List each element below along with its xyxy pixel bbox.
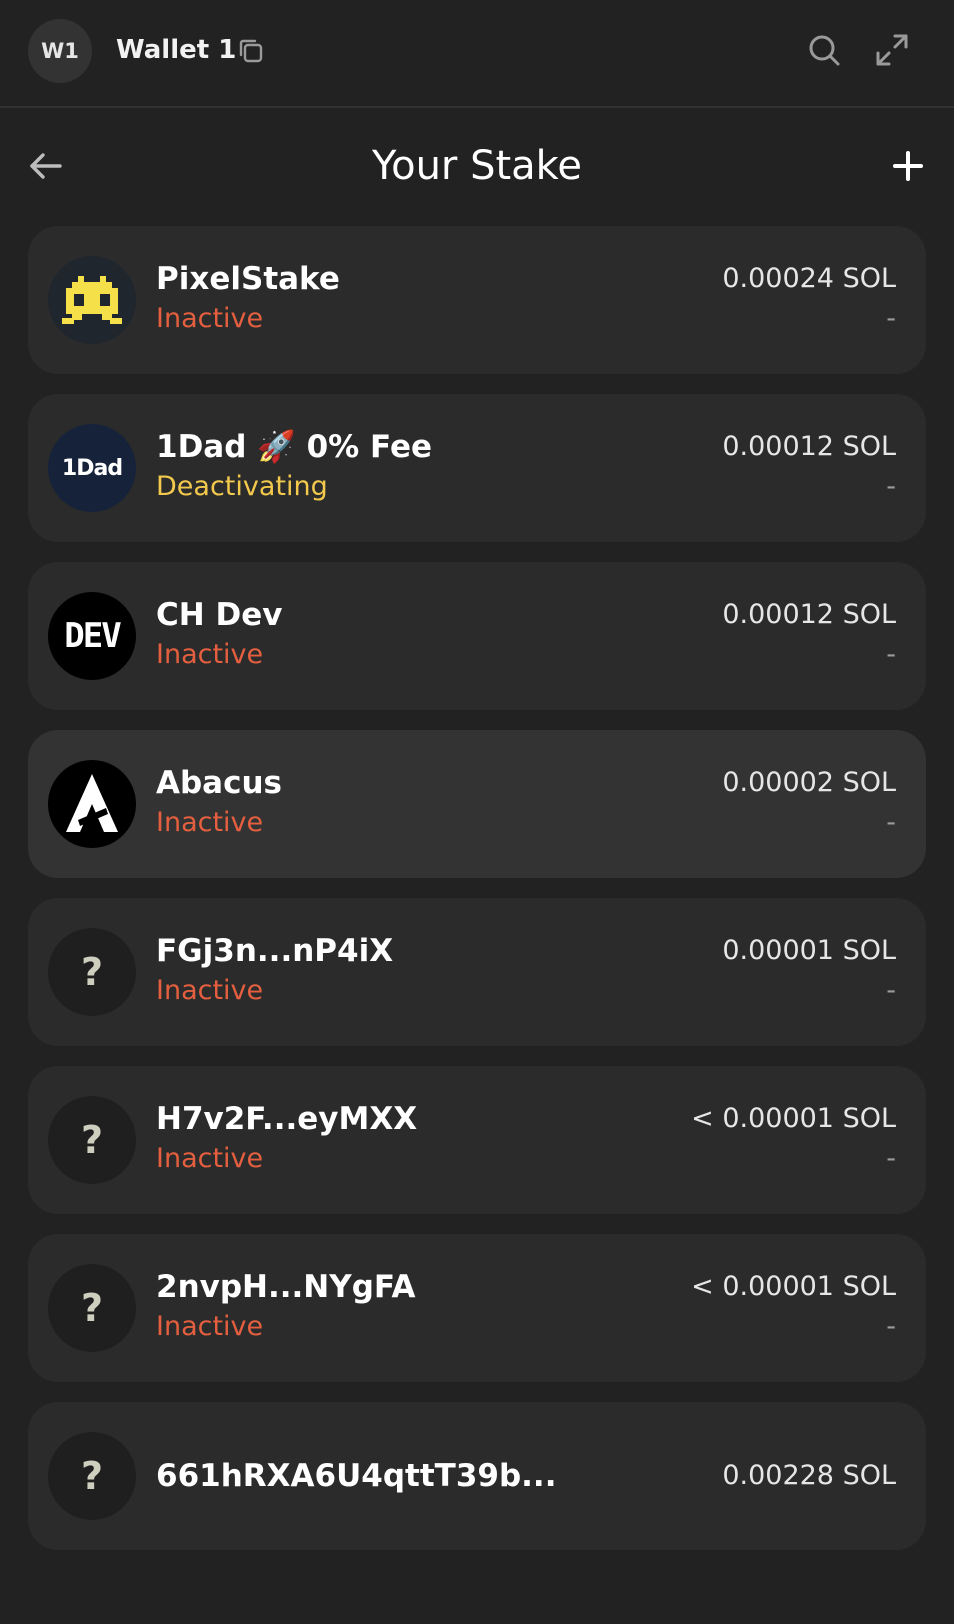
logo-text: 1Dad <box>61 455 123 481</box>
stake-sub-value: - <box>886 1143 896 1174</box>
copy-icon[interactable] <box>236 36 266 66</box>
stake-amount: 0.00002 SOL <box>722 767 896 798</box>
stake-item[interactable]: DEV CH Dev Inactive 0.00012 SOL - <box>28 562 926 710</box>
stake-status: Inactive <box>156 975 264 1006</box>
stake-status: Inactive <box>156 807 264 838</box>
1dad-logo: 1Dad <box>48 424 136 512</box>
stake-status: Inactive <box>156 639 264 670</box>
stake-amount: < 0.00001 SOL <box>691 1103 896 1134</box>
dev-logo: DEV <box>48 592 136 680</box>
logo-text: ? <box>80 1118 104 1162</box>
validator-name: FGj3n...nP4iX <box>156 933 394 969</box>
stake-amount: 0.00012 SOL <box>722 431 896 462</box>
logo-text: DEV <box>64 616 121 656</box>
wallet-header: W1 Wallet 1 <box>0 0 954 108</box>
stake-status: Deactivating <box>156 471 328 502</box>
stake-sub-value: - <box>886 639 896 670</box>
stake-sub-value: - <box>886 807 896 838</box>
abacus-logo <box>48 760 136 848</box>
stake-sub-value: - <box>886 1311 896 1342</box>
stake-item[interactable]: 1Dad 1Dad 🚀 0% Fee Deactivating 0.00012 … <box>28 394 926 542</box>
stake-amount: 0.00001 SOL <box>722 935 896 966</box>
stake-item[interactable]: ? 661hRXA6U4qttT39b... 0.00228 SOL <box>28 1402 926 1550</box>
stake-item[interactable]: Abacus Inactive 0.00002 SOL - <box>28 730 926 878</box>
expand-icon[interactable] <box>874 32 910 68</box>
logo-text: ? <box>80 1286 104 1330</box>
unknown-validator-icon: ? <box>48 1096 136 1184</box>
unknown-validator-icon: ? <box>48 1264 136 1352</box>
validator-name: 1Dad 🚀 0% Fee <box>156 429 432 465</box>
stake-sub-value: - <box>886 303 896 334</box>
stake-item[interactable]: PixelStake Inactive 0.00024 SOL - <box>28 226 926 374</box>
stake-status: Inactive <box>156 1311 264 1342</box>
stake-amount: 0.00228 SOL <box>722 1460 896 1491</box>
plus-icon[interactable] <box>890 148 926 184</box>
stake-item[interactable]: ? H7v2F...eyMXX Inactive < 0.00001 SOL - <box>28 1066 926 1214</box>
validator-name: PixelStake <box>156 261 340 297</box>
page-title: Your Stake <box>371 143 583 189</box>
unknown-validator-icon: ? <box>48 928 136 1016</box>
unknown-validator-icon: ? <box>48 1432 136 1520</box>
stake-sub-value: - <box>886 975 896 1006</box>
stake-status: Inactive <box>156 1143 264 1174</box>
validator-name: H7v2F...eyMXX <box>156 1101 418 1137</box>
logo-text: ? <box>80 950 104 994</box>
stake-sub-value: - <box>886 471 896 502</box>
validator-name: 2nvpH...NYgFA <box>156 1269 416 1305</box>
pixel-invader-logo <box>48 256 136 344</box>
validator-name: Abacus <box>156 765 282 801</box>
stake-amount: < 0.00001 SOL <box>691 1271 896 1302</box>
validator-name: 661hRXA6U4qttT39b... <box>156 1458 557 1494</box>
stake-item[interactable]: ? FGj3n...nP4iX Inactive 0.00001 SOL - <box>28 898 926 1046</box>
stake-status: Inactive <box>156 303 264 334</box>
wallet-avatar[interactable]: W1 <box>28 19 92 83</box>
search-icon[interactable] <box>806 32 842 68</box>
stake-list: PixelStake Inactive 0.00024 SOL - 1Dad 1… <box>28 226 926 1570</box>
stake-amount: 0.00024 SOL <box>722 263 896 294</box>
stake-item[interactable]: ? 2nvpH...NYgFA Inactive < 0.00001 SOL - <box>28 1234 926 1382</box>
stake-amount: 0.00012 SOL <box>722 599 896 630</box>
wallet-name[interactable]: Wallet 1 <box>116 30 236 70</box>
validator-name: CH Dev <box>156 597 283 633</box>
logo-text: ? <box>80 1454 104 1498</box>
